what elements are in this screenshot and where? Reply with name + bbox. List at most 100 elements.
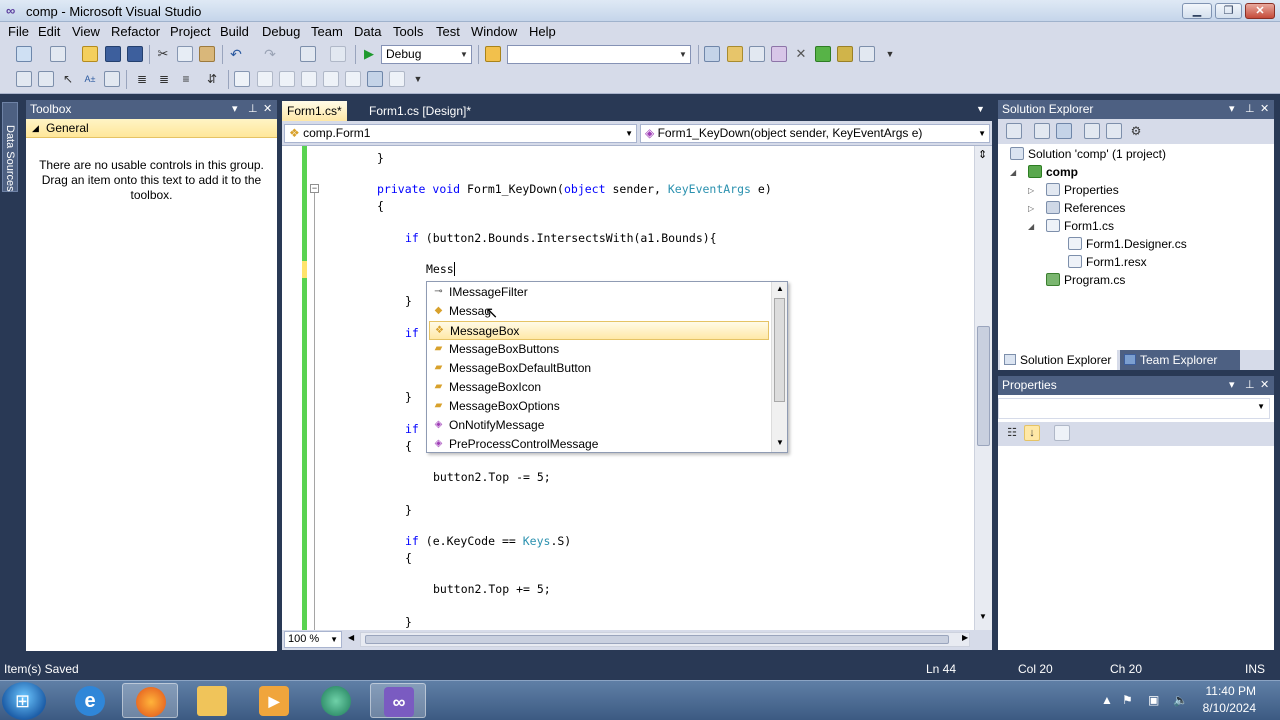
close-icon[interactable]: ✕: [263, 100, 272, 119]
scroll-down-icon[interactable]: ▼: [776, 438, 784, 447]
find-combo[interactable]: ▼: [507, 45, 691, 64]
cut-icon[interactable]: ✂: [155, 46, 171, 62]
scroll-down-icon[interactable]: ▼: [979, 612, 987, 621]
tab-form1-design[interactable]: Form1.cs [Design]*: [364, 101, 476, 121]
intellisense-completion-list[interactable]: ⊸ IMessageFilter ◆ Messag ❖ MessageBox ▰ Messag…: [426, 281, 788, 453]
network-icon[interactable]: ▣: [1148, 693, 1159, 707]
next-bookmark-document-icon[interactable]: [367, 71, 383, 87]
find-in-files-icon[interactable]: [485, 46, 501, 62]
menu-file[interactable]: File: [8, 24, 29, 40]
close-icon[interactable]: ✕: [1260, 100, 1269, 119]
tree-form1-designer[interactable]: Form1.Designer.cs: [1068, 236, 1187, 252]
comment-out-icon[interactable]: ≡: [178, 71, 194, 87]
zoom-select[interactable]: 100 % ▼: [284, 631, 342, 648]
scroll-right-icon[interactable]: ▶: [962, 633, 968, 642]
menu-test[interactable]: Test: [436, 24, 460, 40]
undo-icon[interactable]: ↶: [228, 46, 244, 62]
paste-icon[interactable]: [199, 46, 215, 62]
save-icon[interactable]: [105, 46, 121, 62]
restore-button[interactable]: ❐: [1215, 3, 1242, 19]
categorized-icon[interactable]: ☷: [1004, 425, 1020, 441]
flag-icon[interactable]: ⚑: [1122, 693, 1133, 707]
tab-solution-explorer[interactable]: Solution Explorer: [1000, 350, 1117, 370]
scroll-left-icon[interactable]: ◀: [348, 633, 354, 642]
clock-date[interactable]: 8/10/2024: [1203, 701, 1256, 715]
auto-hide-pin-icon[interactable]: ⊥: [1245, 376, 1255, 395]
taskbar-visual-studio[interactable]: ∞: [370, 683, 426, 718]
minimize-button[interactable]: ▁: [1182, 3, 1212, 19]
start-page-icon[interactable]: [815, 46, 831, 62]
tree-properties[interactable]: Properties: [1046, 182, 1119, 198]
show-hidden-icons-icon[interactable]: ▲: [1101, 693, 1113, 707]
scrollbar-thumb[interactable]: [977, 326, 990, 446]
completion-item[interactable]: ▰ MessageBoxIcon: [429, 378, 769, 397]
display-object-member-list-icon[interactable]: [16, 71, 32, 87]
tree-program[interactable]: Program.cs: [1046, 272, 1125, 288]
menu-tools[interactable]: Tools: [393, 24, 423, 40]
properties-icon[interactable]: [1006, 123, 1022, 139]
tree-form1[interactable]: Form1.cs: [1046, 218, 1114, 234]
decrease-indent-icon[interactable]: ≣: [134, 71, 150, 87]
class-diagram-icon[interactable]: ⚙: [1128, 123, 1144, 139]
window-position-icon[interactable]: ▾: [1229, 376, 1235, 395]
previous-bookmark-document-icon[interactable]: [345, 71, 361, 87]
menu-debug[interactable]: Debug: [262, 24, 300, 40]
next-bookmark-icon[interactable]: [279, 71, 295, 87]
solution-configuration-select[interactable]: Debug ▼: [381, 45, 472, 64]
completion-item[interactable]: ▰ MessageBoxOptions: [429, 397, 769, 416]
tree-form1-resx[interactable]: Form1.resx: [1068, 254, 1147, 270]
menu-edit[interactable]: Edit: [38, 24, 60, 40]
expand-triangle-icon[interactable]: ▷: [1028, 204, 1034, 213]
volume-icon[interactable]: 🔈: [1173, 693, 1188, 707]
properties-window-icon[interactable]: [727, 46, 743, 62]
uncomment-icon[interactable]: ⇵: [204, 71, 220, 87]
refresh-icon[interactable]: [1056, 123, 1072, 139]
redo-icon[interactable]: ↷: [262, 46, 278, 62]
menu-data[interactable]: Data: [354, 24, 381, 40]
taskbar-internet-explorer[interactable]: e: [62, 683, 118, 718]
tab-form1-cs[interactable]: Form1.cs*: [282, 101, 347, 121]
completion-item[interactable]: ◈ OnNotifyMessage: [429, 416, 769, 435]
tree-project[interactable]: comp: [1028, 164, 1078, 180]
data-sources-tab[interactable]: Data Sources: [2, 102, 18, 192]
previous-bookmark-folder-icon[interactable]: [301, 71, 317, 87]
start-button[interactable]: ⊞: [2, 682, 46, 720]
tree-solution[interactable]: Solution 'comp' (1 project): [1010, 146, 1166, 162]
object-browser-icon[interactable]: [749, 46, 765, 62]
property-pages-icon[interactable]: [1054, 425, 1070, 441]
toolbox-icon[interactable]: [771, 46, 787, 62]
collapse-triangle-icon[interactable]: ◢: [1028, 222, 1034, 231]
window-position-icon[interactable]: ▾: [1229, 100, 1235, 119]
object-select[interactable]: ▼: [998, 398, 1270, 419]
display-parameter-info-icon[interactable]: [38, 71, 54, 87]
new-project-icon[interactable]: [16, 46, 32, 62]
completion-item[interactable]: ▰ MessageBoxDefaultButton: [429, 359, 769, 378]
quick-info-icon[interactable]: ↖: [60, 71, 76, 87]
active-files-dropdown-icon[interactable]: ▼: [976, 104, 985, 114]
increase-indent-icon[interactable]: ≣: [156, 71, 172, 87]
editor-vertical-scrollbar[interactable]: ⇕ ▼: [974, 146, 992, 630]
tools-icon[interactable]: ✕: [793, 46, 809, 62]
add-item-icon[interactable]: [50, 46, 66, 62]
collapse-region-icon[interactable]: −: [310, 184, 319, 193]
save-all-icon[interactable]: [127, 46, 143, 62]
completion-item[interactable]: ◈ PreProcessControlMessage: [429, 435, 769, 454]
completion-item[interactable]: ◆ Messag: [429, 302, 769, 321]
expand-triangle-icon[interactable]: ▷: [1028, 186, 1034, 195]
show-all-files-icon[interactable]: [1034, 123, 1050, 139]
completion-item[interactable]: ❖ MessageBox: [429, 321, 769, 340]
navigate-forward-icon[interactable]: [330, 46, 346, 62]
member-navigation-select[interactable]: ◈ Form1_KeyDown(object sender, KeyEventA…: [640, 124, 990, 143]
navigate-backward-icon[interactable]: [300, 46, 316, 62]
toolbar-options-icon[interactable]: ▼: [882, 46, 898, 62]
extension-manager-icon[interactable]: [837, 46, 853, 62]
taskbar-firefox[interactable]: [122, 683, 178, 718]
scroll-up-icon[interactable]: ▲: [776, 284, 784, 293]
start-debugging-icon[interactable]: ▶: [361, 46, 377, 62]
previous-bookmark-icon[interactable]: [257, 71, 273, 87]
scrollbar-thumb[interactable]: [365, 635, 949, 644]
taskbar-app[interactable]: [308, 683, 364, 718]
tab-team-explorer[interactable]: Team Explorer: [1120, 350, 1240, 370]
bookmark-icon[interactable]: [104, 71, 120, 87]
menu-build[interactable]: Build: [220, 24, 249, 40]
